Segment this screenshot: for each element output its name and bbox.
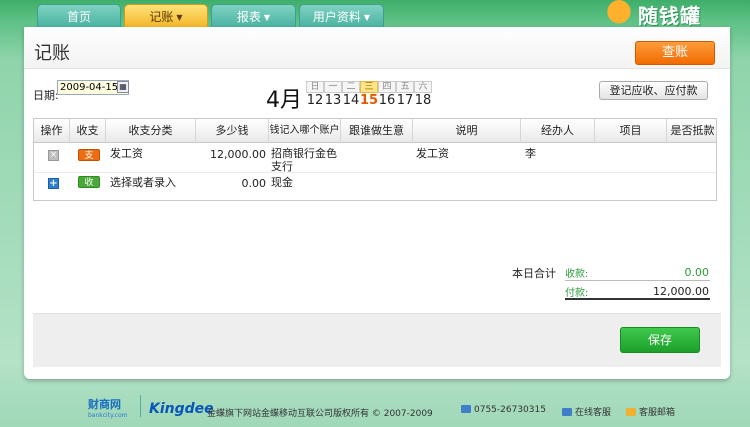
- col-amount: 多少钱: [196, 119, 269, 143]
- day-number: 17: [396, 93, 414, 108]
- expense-type-badge[interactable]: 支: [78, 149, 100, 161]
- page-title: 记账: [34, 43, 70, 64]
- day-number: 16: [378, 93, 396, 108]
- category-input-cell[interactable]: 选择或者录入: [110, 176, 176, 189]
- footer-divider: [140, 395, 141, 417]
- service-mail-label: 客服邮箱: [639, 408, 676, 418]
- action-bar: 保存: [33, 313, 721, 367]
- totals-underline: [565, 298, 710, 300]
- date-label: 日期:: [33, 89, 59, 102]
- panel-header: 记账 查账: [24, 27, 730, 69]
- income-label: 收款:: [565, 269, 589, 280]
- mascot-icon: [604, 0, 634, 26]
- caishang-logo-text: 财商网: [88, 398, 121, 411]
- expense-value: 12,000.00: [653, 285, 709, 298]
- weekday-label: 日: [306, 81, 324, 93]
- weekday-label: 一: [324, 81, 342, 93]
- totals-label: 本日合计: [512, 267, 556, 280]
- online-service-label: 在线客服: [575, 408, 612, 418]
- day-12[interactable]: 日 12: [306, 81, 324, 108]
- top-nav: 首页 记账 ▼ 报表 ▼ 用户资料 ▼ 随钱罐: [0, 0, 750, 32]
- add-row-icon[interactable]: +: [48, 178, 59, 189]
- entry-table: 操作 收支 收支分类 多少钱 钱记入哪个账户 跟谁做生意 说明 经办人 项目 是…: [33, 118, 717, 201]
- day-13[interactable]: 一 13: [324, 81, 342, 108]
- col-category: 收支分类: [106, 119, 196, 143]
- day-number: 18: [414, 93, 432, 108]
- tab-reports[interactable]: 报表 ▼: [211, 4, 296, 27]
- site-footer: 财商网 bankcity.com Kingdee 金蝶旗下网站金蝶移动互联公司版…: [0, 392, 750, 427]
- save-button[interactable]: 保存: [620, 327, 700, 353]
- weekday-label: 三: [360, 81, 378, 93]
- query-accounts-button[interactable]: 查账: [635, 41, 715, 65]
- table-row: × 支 发工资 12,000.00 招商银行金色支行 发工资 李: [34, 144, 716, 173]
- site-logo[interactable]: 随钱罐: [600, 0, 750, 28]
- main-panel: 记账 查账 日期: ▦ 4月 日12 一13 二14 三15 四16 五17 六…: [24, 27, 730, 379]
- tab-bookkeeping[interactable]: 记账 ▼: [124, 4, 208, 27]
- col-note: 说明: [413, 119, 521, 143]
- delete-row-icon[interactable]: ×: [48, 150, 59, 161]
- day-17[interactable]: 五 17: [396, 81, 414, 108]
- amount-cell[interactable]: 0.00: [196, 177, 267, 190]
- service-mail-link[interactable]: 客服邮箱: [626, 405, 675, 418]
- support-icon: [562, 408, 572, 416]
- register-receivables-button[interactable]: 登记应收、应付款: [599, 81, 708, 100]
- online-service-link[interactable]: 在线客服: [562, 405, 611, 418]
- weekday-label: 五: [396, 81, 414, 93]
- col-handler: 经办人: [521, 119, 595, 143]
- handler-cell[interactable]: 李: [525, 147, 536, 160]
- day-15-today[interactable]: 三 15: [360, 81, 378, 108]
- chevron-down-icon: ▼: [176, 13, 183, 22]
- copyright-text: 金蝶旗下网站金蝶移动互联公司版权所有 © 2007-2009: [207, 409, 433, 419]
- mail-icon: [626, 408, 636, 416]
- col-partner: 跟谁做生意: [341, 119, 413, 143]
- caishang-logo[interactable]: 财商网 bankcity.com: [88, 396, 128, 419]
- weekday-label: 四: [378, 81, 396, 93]
- col-project: 项目: [595, 119, 667, 143]
- tab-bookkeeping-label: 记账: [149, 10, 174, 24]
- tab-home[interactable]: 首页: [37, 4, 121, 27]
- kingdee-logo[interactable]: Kingdee: [149, 401, 214, 417]
- chevron-down-icon: ▼: [363, 13, 371, 22]
- income-type-badge[interactable]: 收: [78, 176, 100, 188]
- amount-cell[interactable]: 12,000.00: [196, 148, 266, 161]
- day-18[interactable]: 六 18: [414, 81, 432, 108]
- col-type: 收支: [70, 119, 106, 143]
- tab-user-data-label: 用户资料: [312, 10, 361, 24]
- col-account: 钱记入哪个账户: [269, 119, 341, 143]
- tab-reports-label: 报表: [236, 10, 261, 24]
- day-16[interactable]: 四 16: [378, 81, 396, 108]
- category-cell[interactable]: 发工资: [110, 147, 143, 160]
- phone-icon: [461, 405, 471, 413]
- caishang-logo-sub: bankcity.com: [88, 412, 128, 419]
- account-cell[interactable]: 招商银行金色支行: [271, 147, 339, 173]
- income-value: 0.00: [684, 266, 710, 279]
- note-cell[interactable]: 发工资: [416, 147, 449, 160]
- day-number: 15: [360, 93, 379, 108]
- table-row: + 收 选择或者录入 0.00 现金: [34, 174, 716, 194]
- col-action: 操作: [34, 119, 70, 143]
- table-header: 操作 收支 收支分类 多少钱 钱记入哪个账户 跟谁做生意 说明 经办人 项目 是…: [34, 119, 716, 143]
- expense-label: 付款:: [565, 288, 589, 299]
- logo-text: 随钱罐: [638, 4, 701, 28]
- day-number: 14: [342, 93, 360, 108]
- day-number: 13: [324, 93, 342, 108]
- calendar-icon[interactable]: ▦: [117, 81, 129, 93]
- day-14[interactable]: 二 14: [342, 81, 360, 108]
- account-cell[interactable]: 现金: [271, 176, 293, 189]
- weekday-label: 六: [414, 81, 432, 93]
- month-label: 4月: [266, 88, 302, 113]
- chevron-down-icon: ▼: [263, 13, 271, 22]
- phone-number: 0755-26730315: [474, 405, 546, 415]
- totals-divider: [565, 280, 710, 281]
- phone-info: 0755-26730315: [461, 405, 546, 415]
- weekday-label: 二: [342, 81, 360, 93]
- day-number: 12: [306, 93, 324, 108]
- col-offset: 是否抵款: [670, 124, 715, 137]
- tab-user-data[interactable]: 用户资料 ▼: [299, 4, 384, 27]
- tab-home-label: 首页: [66, 10, 91, 24]
